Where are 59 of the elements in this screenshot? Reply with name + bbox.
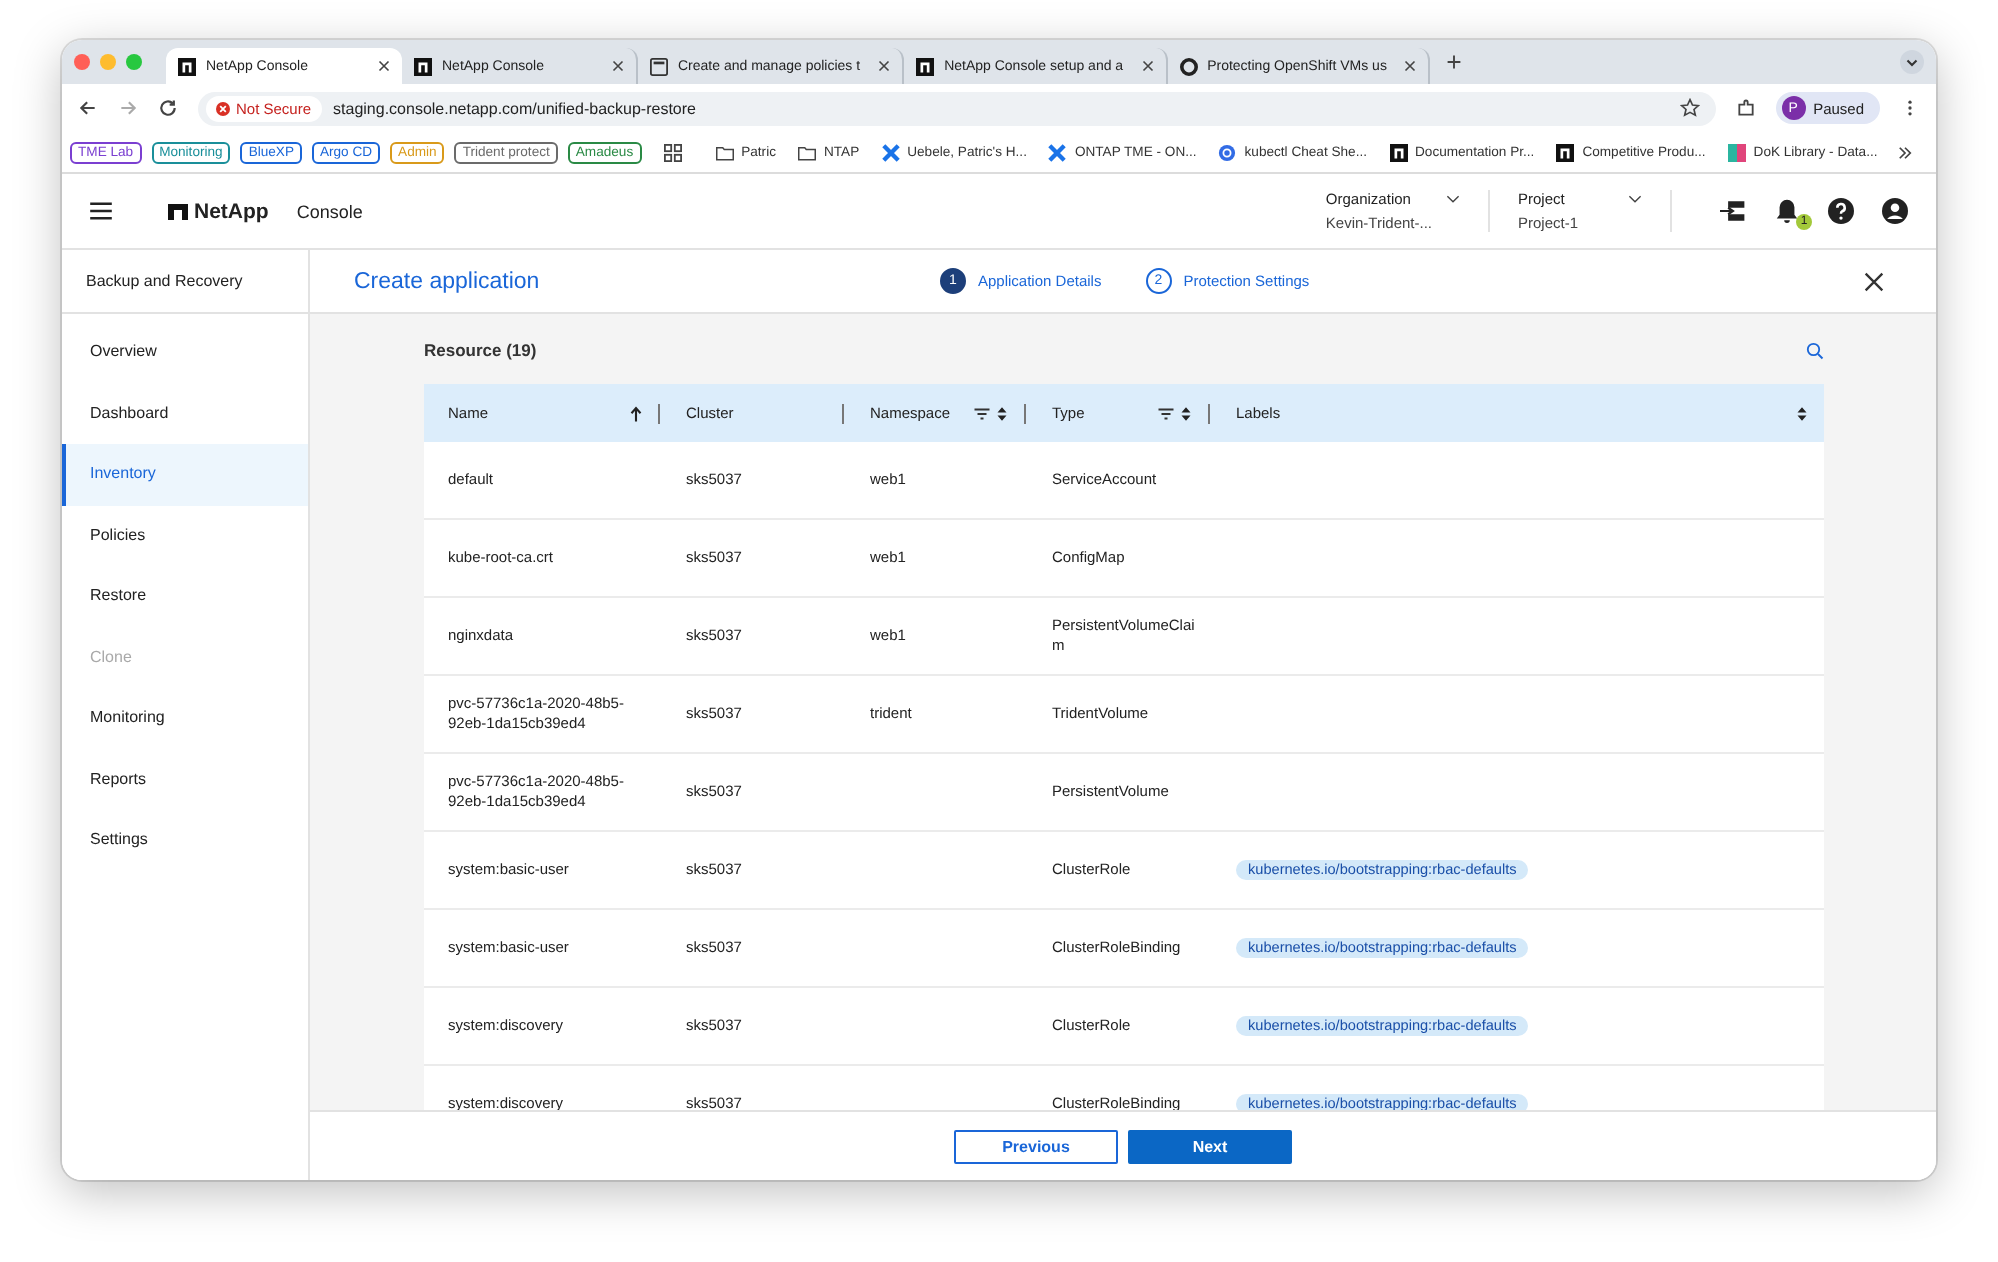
netapp-logo-icon — [414, 57, 432, 75]
help-icon[interactable] — [1828, 198, 1854, 224]
netapp-logo-icon — [916, 57, 935, 75]
netapp-logo-icon — [1389, 143, 1407, 161]
more-bookmarks-icon[interactable] — [1898, 145, 1912, 159]
wheel-logo-icon — [1218, 143, 1237, 161]
previous-button[interactable]: Previous — [954, 1129, 1118, 1163]
sort-icon[interactable] — [1180, 405, 1192, 421]
sidebar-item[interactable]: Dashboard — [62, 383, 308, 444]
netapp-logo-icon — [178, 57, 196, 75]
close-tab-icon[interactable] — [1141, 60, 1154, 72]
page-icon — [650, 57, 668, 75]
cross-logo-icon — [1048, 143, 1067, 161]
new-tab-icon[interactable] — [1446, 54, 1463, 70]
apps-grid-icon[interactable] — [663, 143, 682, 161]
sidebar-item[interactable]: Monitoring — [62, 688, 308, 749]
library-logo-icon — [1727, 143, 1746, 161]
puzzle-icon[interactable] — [1735, 98, 1756, 118]
sidebar-item[interactable]: Restore — [62, 566, 308, 627]
page-title: Create application — [354, 269, 542, 293]
folder-icon — [715, 143, 734, 161]
close-icon[interactable] — [1864, 271, 1884, 291]
sidebar-item[interactable]: Overview — [62, 322, 308, 383]
sidebar-item[interactable]: Policies — [62, 505, 308, 566]
search-icon[interactable] — [1806, 341, 1824, 359]
sidebar-item[interactable]: Reports — [62, 749, 308, 810]
star-icon[interactable] — [1679, 98, 1700, 118]
sidebar-item[interactable]: Settings — [62, 810, 308, 871]
back-arrow-icon[interactable] — [78, 98, 98, 118]
ring-logo-icon — [1179, 57, 1198, 75]
filter-icon[interactable] — [1158, 407, 1174, 419]
next-button[interactable]: Next — [1128, 1129, 1292, 1163]
close-tab-icon[interactable] — [378, 60, 390, 72]
reload-icon[interactable] — [158, 98, 178, 118]
sort-icon[interactable] — [1796, 405, 1808, 421]
user-account-icon[interactable] — [1882, 198, 1908, 224]
sort-icon[interactable] — [996, 405, 1008, 421]
sidebar-item[interactable]: Inventory — [62, 444, 308, 505]
folder-icon — [797, 143, 816, 161]
menu-icon[interactable] — [90, 202, 112, 220]
sort-up-arrow-icon[interactable] — [630, 405, 642, 421]
filter-icon[interactable] — [974, 407, 990, 419]
connector-icon[interactable] — [1720, 198, 1746, 224]
netapp-mark-icon — [168, 203, 188, 219]
tab-search-icon[interactable] — [1900, 50, 1924, 74]
url-text: staging.console.netapp.com/unified-backup-restore — [333, 99, 696, 117]
chevron-down-icon — [1628, 194, 1642, 204]
close-tab-icon[interactable] — [612, 60, 624, 72]
close-tab-icon[interactable] — [1404, 60, 1417, 72]
sidebar-title: Backup and Recovery — [62, 250, 308, 314]
table-title: Resource (19) — [424, 340, 537, 360]
netapp-logo-icon — [1556, 143, 1575, 161]
cross-logo-icon — [881, 143, 900, 161]
close-tab-icon[interactable] — [878, 60, 891, 72]
brand-name: NetApp — [194, 199, 269, 223]
chevron-down-icon — [1446, 194, 1460, 204]
bell-icon[interactable] — [1774, 198, 1800, 224]
warning-icon — [216, 101, 230, 115]
product-name: Console — [296, 201, 363, 221]
